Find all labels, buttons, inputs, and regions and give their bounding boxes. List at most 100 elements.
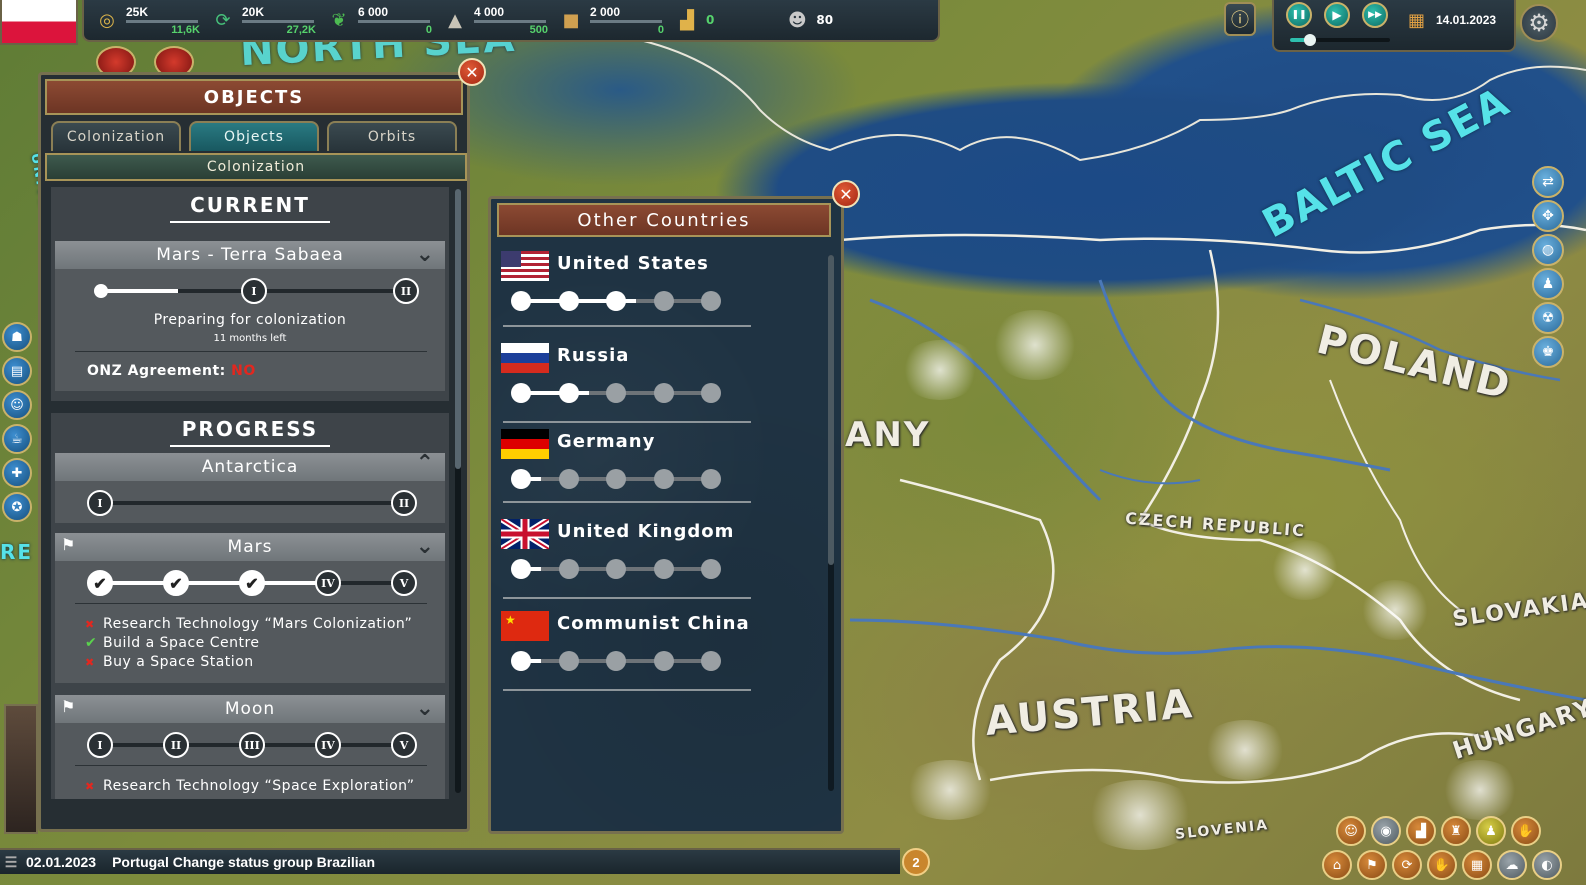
- countries-scrollbar[interactable]: [828, 255, 834, 791]
- moon-header[interactable]: ⚑ Moon ⌄: [55, 695, 445, 723]
- side-button-food[interactable]: ☕: [2, 424, 32, 454]
- fast-forward-button[interactable]: ▶▶: [1362, 2, 1388, 28]
- antarctica-stage-1: I: [87, 490, 113, 516]
- current-status: Preparing for colonization: [153, 312, 347, 328]
- bottom-button-top-2[interactable]: ▟: [1406, 816, 1436, 846]
- influence-dot: [653, 383, 674, 403]
- bottom-button-bottom-2[interactable]: ⟳: [1392, 850, 1422, 880]
- country-name: Russia: [557, 345, 630, 366]
- bottom-button-top-1[interactable]: ◉: [1371, 816, 1401, 846]
- bottom-button-top-4[interactable]: ♟: [1476, 816, 1506, 846]
- bottom-button-bottom-1[interactable]: ⚑: [1357, 850, 1387, 880]
- influence-dot: [511, 559, 531, 579]
- news-count-badge[interactable]: 2: [902, 848, 930, 876]
- bottom-button-top-0[interactable]: ☺: [1336, 816, 1366, 846]
- resource-3[interactable]: ▲ 4 000 500: [440, 1, 548, 39]
- side-button-military[interactable]: ✪: [2, 492, 32, 522]
- tab-colonization[interactable]: Colonization: [51, 121, 181, 151]
- player-flag[interactable]: [0, 0, 78, 45]
- cross-icon: ✖: [85, 618, 95, 631]
- chevron-down-icon[interactable]: ⌄: [416, 534, 435, 559]
- influence-dot: [701, 291, 721, 311]
- current-section: CURRENT Mars - Terra Sabaea ⌄ I II Prepa…: [51, 187, 449, 401]
- side-button-population[interactable]: ☺: [2, 390, 32, 420]
- news-ticker[interactable]: ☰ 02.01.2023 Portugal Change status grou…: [0, 848, 900, 874]
- scrollbar-thumb[interactable]: [455, 189, 461, 469]
- chevron-down-icon[interactable]: ⌄: [416, 696, 435, 721]
- mars-requirements: ✖ Research Technology “Mars Colonization”…: [85, 615, 412, 672]
- chevron-down-icon[interactable]: ⌄: [416, 242, 435, 267]
- moon-stage-2: II: [163, 732, 189, 758]
- map-label-left-edge-2: RE: [0, 540, 34, 564]
- country-name: United Kingdom: [557, 521, 735, 542]
- speed-slider[interactable]: [1290, 34, 1390, 46]
- bottom-button-bottom-0[interactable]: ⌂: [1322, 850, 1352, 880]
- resource-4[interactable]: ■ 2 000 0: [556, 1, 664, 39]
- bottom-button-bottom-4[interactable]: ▦: [1462, 850, 1492, 880]
- bottom-button-bottom-6[interactable]: ◐: [1532, 850, 1562, 880]
- objects-scroll-content[interactable]: CURRENT Mars - Terra Sabaea ⌄ I II Prepa…: [51, 187, 449, 799]
- bottom-button-bottom-5[interactable]: ☁: [1497, 850, 1527, 880]
- mars-header[interactable]: ⚑ Mars ⌄: [55, 533, 445, 561]
- antarctica-header[interactable]: Antarctica ⌃: [55, 451, 445, 481]
- time-controls: ❚❚ ▶ ▶▶ ▦ 14.01.2023: [1272, 0, 1516, 52]
- resource-2[interactable]: ❦ 6 000 0: [324, 1, 432, 39]
- bottom-button-bottom-3[interactable]: ✋: [1427, 850, 1457, 880]
- info-button[interactable]: ⓘ: [1224, 2, 1256, 36]
- close-objects-button[interactable]: ✕: [458, 58, 486, 86]
- chevron-up-icon[interactable]: ⌃: [416, 451, 435, 476]
- right-button-network[interactable]: ✥: [1532, 200, 1564, 232]
- requirement-item: ✖ Research Technology “Mars Colonization”: [85, 615, 412, 634]
- right-button-leader[interactable]: ♚: [1532, 336, 1564, 368]
- influence-dot: [511, 469, 531, 489]
- side-button-stats[interactable]: ▤: [2, 356, 32, 386]
- right-button-trade[interactable]: ⇄: [1532, 166, 1564, 198]
- other-countries-panel: Other Countries United States Russia Germa…: [488, 196, 844, 834]
- bottom-button-top-3[interactable]: ♜: [1441, 816, 1471, 846]
- head-icon: ☻: [787, 9, 807, 31]
- map-label-germany: ANY: [845, 415, 931, 455]
- tab-objects[interactable]: Objects: [189, 121, 319, 151]
- requirement-item: ✖ Buy a Space Station: [85, 653, 412, 672]
- tab-orbits[interactable]: Orbits: [327, 121, 457, 151]
- influence-dot: [511, 651, 531, 671]
- current-target-header[interactable]: Mars - Terra Sabaea ⌄: [55, 241, 445, 269]
- country-divider: [503, 597, 751, 599]
- right-button-agent[interactable]: ♟: [1532, 268, 1564, 300]
- scrollbar-thumb[interactable]: [828, 255, 834, 565]
- other-countries-title: Other Countries: [497, 203, 831, 237]
- right-button-globe[interactable]: ◍: [1532, 234, 1564, 266]
- flag-united-kingdom-icon: [501, 519, 549, 549]
- economy-indicator[interactable]: ▟ 0: [672, 1, 774, 39]
- progress-card-mars: ⚑ Mars ⌄ ✔ ✔ ✔ IV V ✖ Research Technology…: [55, 533, 445, 683]
- bottom-button-top-5[interactable]: ✋: [1511, 816, 1541, 846]
- influence-dot: [701, 469, 721, 489]
- objects-scrollbar[interactable]: [455, 189, 461, 793]
- right-button-radiation[interactable]: ☢: [1532, 302, 1564, 334]
- resource-0[interactable]: ◎ 25K 11,6K: [92, 1, 200, 39]
- checkered-flag-icon: ⚑: [61, 697, 77, 716]
- resource-1[interactable]: ⟳ 20K 27,2K: [208, 1, 316, 39]
- advisor-portrait[interactable]: [4, 704, 38, 834]
- mars-stage-3: ✔: [239, 570, 265, 596]
- influence-dot: [606, 559, 626, 579]
- close-countries-button[interactable]: ✕: [832, 180, 860, 208]
- moon-stage-5: V: [391, 732, 417, 758]
- requirement-item: ✔ Build a Space Centre: [85, 634, 412, 653]
- mars-name: Mars: [227, 537, 273, 557]
- resource-bar: ◎ 25K 11,6K ⟳ 20K 27,2K ❦ 6 000 0 ▲ 4 000 500 ■ 2 000…: [82, 0, 940, 42]
- menu-icon[interactable]: ☰: [0, 854, 22, 871]
- resource-income: 500: [529, 23, 548, 36]
- influence-dot: [558, 469, 579, 489]
- settings-gear-icon[interactable]: ⚙: [1520, 4, 1558, 42]
- play-button[interactable]: ▶: [1324, 2, 1350, 28]
- news-date: 02.01.2023: [26, 854, 97, 870]
- country-divider: [503, 689, 751, 691]
- influence-dot: [511, 291, 531, 311]
- influence-dot: [606, 469, 626, 489]
- current-stage-2: II: [393, 278, 419, 304]
- population-indicator[interactable]: ☻ 80: [782, 1, 833, 39]
- side-button-diplomacy[interactable]: ☗: [2, 322, 32, 352]
- side-button-health[interactable]: ✚: [2, 458, 32, 488]
- pause-button[interactable]: ❚❚: [1286, 2, 1312, 28]
